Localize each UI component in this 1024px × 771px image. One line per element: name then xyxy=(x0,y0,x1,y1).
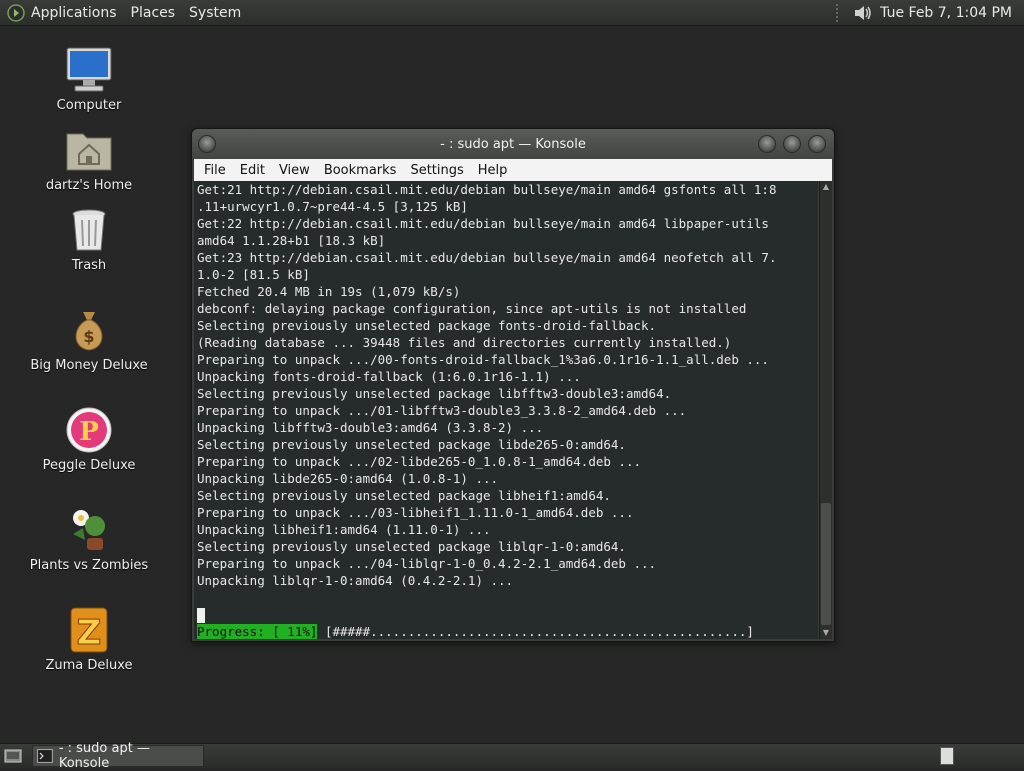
terminal-line: Get:23 http://debian.csail.mit.edu/debia… xyxy=(197,250,777,265)
progress-label: Progress: [ 11%] xyxy=(197,624,318,639)
window-menu-button[interactable] xyxy=(198,135,216,153)
terminal-line: Preparing to unpack .../02-libde265-0_1.… xyxy=(197,454,642,469)
svg-text:$: $ xyxy=(83,327,94,346)
distro-logo-icon[interactable] xyxy=(7,3,25,22)
panel-separator xyxy=(836,3,842,22)
terminal-line: Preparing to unpack .../04-liblqr-1-0_0.… xyxy=(197,556,657,571)
clock[interactable]: Tue Feb 7, 1:04 PM xyxy=(880,5,1012,21)
applications-menu[interactable]: Applications xyxy=(31,5,117,21)
terminal-output[interactable]: Get:21 http://debian.csail.mit.edu/debia… xyxy=(194,181,818,639)
scroll-thumb[interactable] xyxy=(821,503,831,625)
desktop-icon-label: Peggle Deluxe xyxy=(42,458,136,473)
menu-bookmarks[interactable]: Bookmarks xyxy=(318,163,405,178)
desktop-icon-big-money[interactable]: $ Big Money Deluxe xyxy=(29,304,149,373)
desktop-icon-home[interactable]: dartz's Home xyxy=(29,124,149,193)
desktop-icon-zuma[interactable]: Z Zuma Deluxe xyxy=(29,604,149,673)
top-right-tray: Tue Feb 7, 1:04 PM xyxy=(836,0,1012,25)
terminal-line: Preparing to unpack .../00-fonts-droid-f… xyxy=(197,352,769,367)
maximize-button[interactable] xyxy=(783,135,801,153)
computer-icon xyxy=(66,47,112,92)
menu-settings[interactable]: Settings xyxy=(404,163,471,178)
trash-icon xyxy=(72,209,106,251)
progress-bar-text: [#####..................................… xyxy=(317,624,754,639)
bottom-panel: - : sudo apt — Konsole xyxy=(0,741,1024,771)
places-menu[interactable]: Places xyxy=(131,5,176,21)
close-button[interactable] xyxy=(808,135,826,153)
konsole-window: - : sudo apt — Konsole File Edit View Bo… xyxy=(191,128,835,642)
text-cursor xyxy=(197,608,205,623)
svg-text:P: P xyxy=(79,417,99,447)
terminal-line: Selecting previously unselected package … xyxy=(197,386,672,401)
window-menubar: File Edit View Bookmarks Settings Help xyxy=(194,159,832,181)
menu-help[interactable]: Help xyxy=(472,163,516,178)
terminal-icon xyxy=(37,749,53,763)
terminal-line: Selecting previously unselected package … xyxy=(197,318,657,333)
terminal-line: .11+urwcyr1.0.7~pre44-4.5 [3,125 kB] xyxy=(197,199,468,214)
terminal-line: Unpacking libde265-0:amd64 (1.0.8-1) ... xyxy=(197,471,499,486)
workspace-switcher[interactable] xyxy=(940,747,954,765)
terminal-line: Selecting previously unselected package … xyxy=(197,437,626,452)
desktop-icon-label: Big Money Deluxe xyxy=(30,358,148,373)
system-menu[interactable]: System xyxy=(189,5,241,21)
peggle-icon: P xyxy=(66,407,112,453)
desktop-icon-computer[interactable]: Computer xyxy=(29,44,149,113)
menu-view[interactable]: View xyxy=(273,163,318,178)
show-desktop-icon[interactable] xyxy=(4,748,22,764)
terminal-line: Unpacking fonts-droid-fallback (1:6.0.1r… xyxy=(197,369,581,384)
zuma-icon: Z xyxy=(70,607,108,654)
terminal-line: Preparing to unpack .../03-libheif1_1.11… xyxy=(197,505,634,520)
terminal-line: Unpacking libheif1:amd64 (1.11.0-1) ... xyxy=(197,522,491,537)
desktop-icon-label: Plants vs Zombies xyxy=(29,558,149,573)
desktop-icon-pvz[interactable]: Plants vs Zombies xyxy=(29,504,149,573)
terminal-line: Selecting previously unselected package … xyxy=(197,488,611,503)
terminal-line: Unpacking liblqr-1-0:amd64 (0.4.2-2.1) .… xyxy=(197,573,514,588)
terminal-line: Preparing to unpack .../01-libfftw3-doub… xyxy=(197,403,687,418)
svg-text:Z: Z xyxy=(77,613,102,653)
home-folder-icon xyxy=(66,133,112,171)
progress-line: Progress: [ 11%] [#####.................… xyxy=(197,623,818,639)
desktop-icon-label: Computer xyxy=(56,98,122,113)
terminal-line: Unpacking libfftw3-double3:amd64 (3.3.8-… xyxy=(197,420,544,435)
top-panel: Applications Places System Tue Feb 7, 1:… xyxy=(0,0,1024,26)
terminal-line: Get:21 http://debian.csail.mit.edu/debia… xyxy=(197,182,777,197)
desktop-icon-label: Trash xyxy=(71,258,107,273)
desktop-icon-label: Zuma Deluxe xyxy=(45,658,133,673)
terminal-line: debconf: delaying package configuration,… xyxy=(197,301,747,316)
desktop-icon-trash[interactable]: Trash xyxy=(29,204,149,273)
scroll-up-arrow-icon[interactable]: ▲ xyxy=(820,181,832,193)
terminal-line: (Reading database ... 39448 files and di… xyxy=(197,335,732,350)
volume-icon[interactable] xyxy=(852,3,874,23)
terminal-scrollbar[interactable]: ▲ ▼ xyxy=(819,181,832,639)
terminal-line: Fetched 20.4 MB in 19s (1,079 kB/s) xyxy=(197,284,461,299)
minimize-button[interactable] xyxy=(758,135,776,153)
taskbar-item-konsole[interactable]: - : sudo apt — Konsole xyxy=(32,741,204,771)
terminal-cursor-line xyxy=(197,606,818,623)
scroll-down-arrow-icon[interactable]: ▼ xyxy=(820,627,832,639)
terminal-line: 1.0-2 [81.5 kB] xyxy=(197,267,310,282)
desktop-icon-label: dartz's Home xyxy=(45,178,133,193)
window-titlebar[interactable]: - : sudo apt — Konsole xyxy=(192,129,834,159)
terminal-line: amd64 1.1.28+b1 [18.3 kB] xyxy=(197,233,386,248)
menu-edit[interactable]: Edit xyxy=(234,163,273,178)
menu-file[interactable]: File xyxy=(198,163,234,178)
window-title: - : sudo apt — Konsole xyxy=(440,136,586,152)
terminal-line: Get:22 http://debian.csail.mit.edu/debia… xyxy=(197,216,769,231)
terminal-line: Selecting previously unselected package … xyxy=(197,539,626,554)
taskbar-item-label: - : sudo apt — Konsole xyxy=(58,741,150,771)
plants-vs-zombies-icon xyxy=(73,510,105,550)
desktop-icon-peggle[interactable]: P Peggle Deluxe xyxy=(29,404,149,473)
money-bag-icon: $ xyxy=(75,312,103,351)
